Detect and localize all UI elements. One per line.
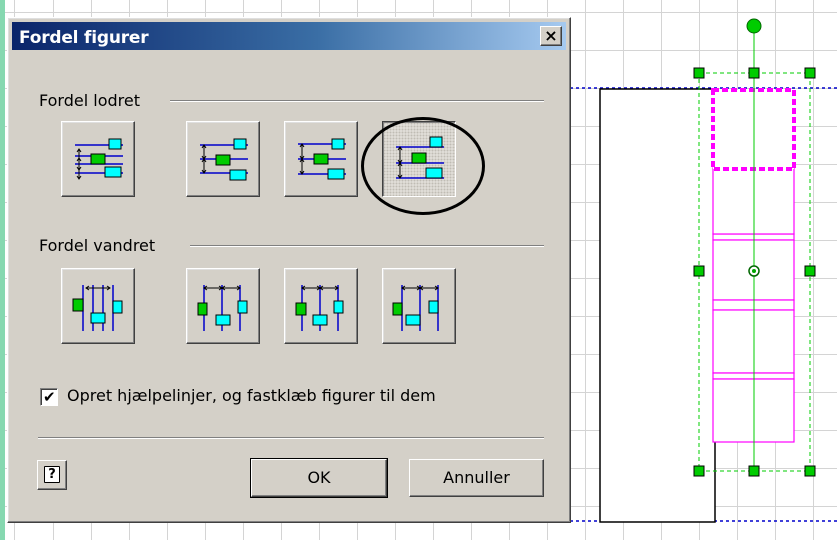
close-button[interactable]: ×	[540, 26, 562, 46]
distribute-vertical-top-icon	[200, 138, 248, 181]
ok-button[interactable]: OK	[250, 458, 388, 498]
distribute-horizontal-space-button[interactable]	[61, 268, 135, 344]
horizontal-section-divider	[190, 245, 544, 247]
distribute-vertical-top-button[interactable]	[186, 121, 260, 197]
rotation-handle[interactable]	[746, 18, 762, 34]
distribute-horizontal-left-button[interactable]	[186, 268, 260, 344]
distribute-vertical-center-icon	[298, 138, 346, 180]
distribute-vertical-space-button[interactable]	[61, 121, 135, 197]
dialog-title: Fordel figurer	[19, 28, 149, 48]
help-button[interactable]: ?	[37, 460, 67, 490]
distribute-horizontal-space-icon	[72, 285, 123, 331]
distribute-vertical-space-icon	[75, 138, 123, 180]
distribute-horizontal-right-icon	[392, 285, 439, 331]
distribute-horizontal-center-button[interactable]	[284, 268, 358, 344]
bottom-divider	[38, 437, 544, 439]
create-guides-checkbox[interactable]: ✔	[40, 388, 58, 406]
help-icon: ?	[44, 466, 60, 483]
distribute-horizontal-left-icon	[197, 285, 248, 331]
shape-rectangle[interactable]	[599, 88, 716, 523]
vertical-section-label: Fordel lodret	[39, 91, 140, 110]
checkmark-icon: ✔	[43, 388, 56, 406]
distribute-horizontal-right-button[interactable]	[382, 268, 456, 344]
distribute-vertical-center-button[interactable]	[284, 121, 358, 197]
distribute-shapes-dialog: Fordel figurer × Fordel lodret Fordel va…	[7, 17, 571, 523]
distribute-horizontal-center-icon	[295, 285, 344, 331]
dialog-titlebar[interactable]: Fordel figurer ×	[12, 22, 566, 50]
cancel-button[interactable]: Annuller	[409, 459, 544, 497]
horizontal-section-label: Fordel vandret	[39, 236, 156, 255]
highlight-circle-annotation	[361, 117, 485, 215]
pin-handle-dot	[752, 269, 756, 273]
create-guides-label: Opret hjælpelinjer, og fastklæb figurer …	[67, 386, 436, 405]
vertical-section-divider	[170, 100, 544, 102]
